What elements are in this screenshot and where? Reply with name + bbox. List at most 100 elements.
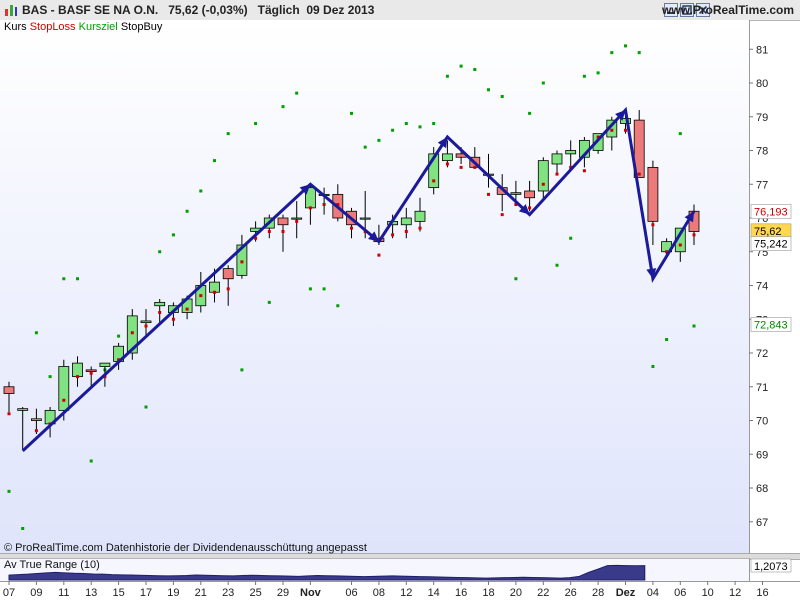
candle-up (441, 153, 453, 162)
stoploss-point (418, 226, 422, 230)
candle-down (85, 369, 97, 372)
kursziel-point (34, 331, 38, 335)
indicator-legend: Kurs StopLoss Kursziel StopBuy (4, 21, 162, 33)
kursziel-point (171, 233, 175, 237)
y-tick-label: 72 (756, 348, 768, 360)
x-tick-label: 13 (85, 587, 97, 599)
x-tick-label: Dez (616, 587, 636, 599)
stoploss-point (7, 412, 11, 416)
kursziel-point (62, 277, 66, 281)
stoploss-point (62, 398, 66, 402)
kursziel-point (582, 74, 586, 78)
kursziel-point (308, 287, 312, 291)
kursziel-point (624, 44, 627, 48)
candle-up (140, 320, 152, 324)
kursziel-point (267, 300, 271, 304)
x-tick-label: 18 (482, 587, 494, 599)
stoploss-point (487, 192, 490, 196)
stoploss-point (445, 162, 449, 166)
stoploss-point (692, 233, 696, 237)
kursziel-point (528, 111, 532, 115)
legend-kursziel: Kursziel (78, 21, 118, 33)
stoploss-point (582, 169, 586, 173)
kursziel-point (199, 189, 203, 193)
x-tick-label: 09 (30, 587, 42, 599)
atr-value: 1,2073 (754, 561, 788, 573)
candle-down (3, 386, 15, 394)
x-tick-label: 08 (373, 587, 385, 599)
kursziel-point (473, 68, 477, 71)
kursziel-point (89, 459, 93, 463)
candle-up (565, 150, 577, 155)
kursziel-point (432, 122, 436, 125)
candle-up (537, 160, 549, 192)
stoploss-point (350, 226, 353, 230)
x-tick-label: 21 (195, 587, 207, 599)
kursziel-point (322, 287, 326, 291)
kursziel-point (21, 527, 25, 530)
kursziel-point (678, 132, 682, 136)
kursziel-point (637, 51, 641, 55)
kursziel-point (117, 334, 121, 338)
y-tick-label: 81 (756, 44, 768, 56)
price-label: 75,62 (754, 226, 782, 238)
candle-down (647, 166, 659, 222)
stoploss-point (213, 290, 216, 294)
stoploss-point (637, 172, 641, 176)
stoploss-point (377, 253, 381, 257)
y-tick-label: 77 (756, 179, 768, 191)
kursziel-point (377, 138, 381, 142)
kursziel-point (555, 263, 559, 267)
x-tick-label: 04 (647, 587, 659, 599)
price-chart: 6768697071727374757677787980810709111315… (3, 44, 792, 599)
x-tick-label: 16 (455, 587, 467, 599)
candle-up (291, 217, 303, 220)
stoploss-point (624, 128, 627, 132)
stoploss-point (555, 172, 559, 176)
kursziel-point (158, 250, 162, 254)
stoploss-point (281, 230, 285, 233)
stoploss-point (528, 206, 532, 210)
price-label: 75,242 (754, 239, 788, 251)
kursziel-point (514, 277, 518, 281)
stoploss-point (199, 294, 203, 298)
y-tick-label: 70 (756, 416, 768, 428)
kursziel-point (281, 105, 285, 109)
kursziel-point (418, 125, 422, 129)
stoploss-point (171, 317, 175, 321)
x-tick-label: 20 (510, 587, 522, 599)
stoploss-point (322, 203, 326, 206)
stoploss-point (89, 371, 93, 375)
x-tick-label: 25 (249, 587, 261, 599)
legend-kurs: Kurs (4, 21, 27, 33)
price-label: 72,843 (754, 320, 788, 332)
y-tick-label: 74 (756, 281, 768, 293)
kursziel-point (487, 88, 490, 92)
y-tick-label: 80 (756, 78, 768, 90)
kursziel-point (459, 64, 463, 68)
kursziel-point (610, 51, 614, 55)
y-tick-label: 69 (756, 449, 768, 461)
legend-stopbuy: StopBuy (120, 21, 163, 33)
stoploss-point (76, 375, 79, 379)
candle-up (17, 408, 29, 411)
kursziel-point (541, 81, 545, 85)
kursziel-point (391, 128, 395, 132)
candle-up (30, 418, 42, 421)
y-tick-label: 71 (756, 382, 768, 394)
kursziel-point (254, 122, 258, 125)
x-tick-label: 19 (167, 587, 179, 599)
candle-down (510, 192, 522, 195)
kursziel-point (350, 111, 353, 115)
footer-note: © ProRealTime.com Datenhistorie der Divi… (4, 542, 367, 554)
kursziel-point (651, 365, 655, 368)
candle-up (58, 366, 70, 411)
stoploss-point (226, 287, 230, 291)
x-tick-label: 07 (3, 587, 15, 599)
kursziel-point (336, 304, 340, 308)
x-tick-label: 06 (674, 587, 686, 599)
stoploss-point (541, 182, 545, 186)
x-tick-label: 11 (58, 587, 69, 599)
kursziel-point (445, 74, 449, 78)
x-tick-label: 29 (277, 587, 289, 599)
